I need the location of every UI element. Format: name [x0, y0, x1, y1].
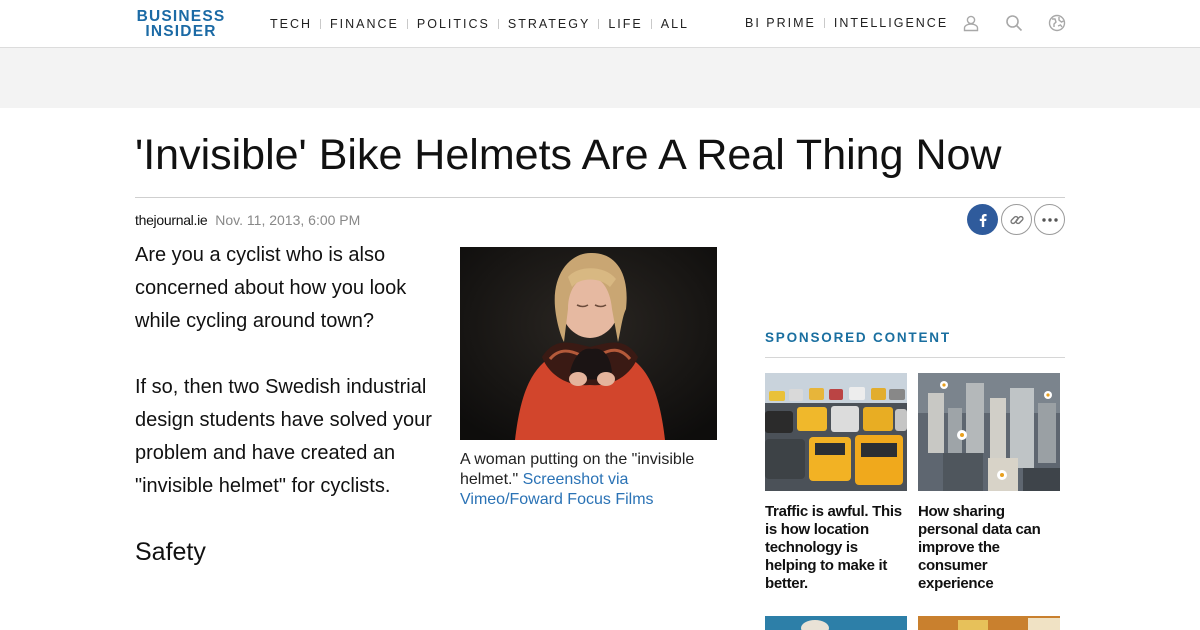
city-aerial-image	[918, 373, 1060, 491]
facebook-icon	[979, 213, 987, 227]
more-share-button[interactable]	[1034, 204, 1065, 235]
nav-life[interactable]: LIFE	[608, 17, 642, 31]
nav-strategy[interactable]: STRATEGY	[508, 17, 590, 31]
nav-divider	[320, 19, 322, 29]
nav-divider	[497, 19, 499, 29]
business-insider-logo[interactable]: BUSINESS INSIDER	[135, 8, 227, 40]
article-image[interactable]	[460, 247, 717, 440]
globe-icon[interactable]	[1047, 13, 1067, 33]
nav-finance[interactable]: FINANCE	[330, 17, 399, 31]
premium-nav: BI PRIME INTELLIGENCE	[745, 16, 948, 30]
headline-divider	[135, 197, 1065, 198]
sponsored-card-thumbnail[interactable]	[918, 616, 1060, 630]
nav-divider	[598, 19, 600, 29]
byline: thejournal.ie Nov. 11, 2013, 6:00 PM	[135, 212, 360, 228]
logo-line-1: BUSINESS	[136, 8, 226, 25]
copy-link-button[interactable]	[1001, 204, 1032, 235]
more-icon	[1041, 217, 1058, 222]
sponsored-divider	[765, 357, 1065, 358]
nav-divider	[650, 19, 652, 29]
section-nav: TECH FINANCE POLITICS STRATEGY LIFE ALL	[270, 17, 689, 31]
article-subheading: Safety	[135, 538, 206, 566]
user-icon[interactable]	[961, 13, 981, 33]
nav-intelligence[interactable]: INTELLIGENCE	[834, 16, 948, 30]
article-paragraph: If so, then two Swedish industrial desig…	[135, 376, 432, 497]
article-source[interactable]: thejournal.ie	[135, 212, 208, 228]
nav-bi-prime[interactable]: BI PRIME	[745, 16, 816, 30]
sponsored-card-personal-data[interactable]: How sharing personal data can improve th…	[918, 373, 1060, 593]
logo-line-2: INSIDER	[145, 23, 217, 40]
sponsored-card-thumbnail[interactable]	[765, 616, 907, 630]
nav-divider	[823, 18, 825, 28]
facebook-share-button[interactable]	[967, 204, 998, 235]
sponsored-card-title[interactable]: Traffic is awful. This is how location t…	[765, 503, 907, 593]
article-body: Are you a cyclist who is also concerned …	[135, 239, 435, 569]
ad-placeholder	[0, 48, 1200, 108]
nav-tech[interactable]: TECH	[270, 17, 312, 31]
top-navigation: BUSINESS INSIDER TECH FINANCE POLITICS S…	[0, 0, 1200, 48]
article-headline: 'Invisible' Bike Helmets Are A Real Thin…	[135, 131, 1002, 179]
search-icon[interactable]	[1004, 13, 1024, 33]
article-paragraph: Are you a cyclist who is also concerned …	[135, 244, 407, 332]
image-caption: A woman putting on the "invisible helmet…	[460, 450, 722, 510]
article-date: Nov. 11, 2013, 6:00 PM	[215, 212, 361, 228]
sponsored-card-traffic[interactable]: Traffic is awful. This is how location t…	[765, 373, 907, 593]
sponsored-content-heading: SPONSORED CONTENT	[765, 330, 951, 345]
traffic-image	[765, 373, 907, 491]
nav-divider	[406, 19, 408, 29]
nav-all[interactable]: ALL	[661, 17, 689, 31]
link-icon	[1009, 215, 1024, 224]
nav-politics[interactable]: POLITICS	[417, 17, 490, 31]
sponsored-card-title[interactable]: How sharing personal data can improve th…	[918, 503, 1060, 593]
